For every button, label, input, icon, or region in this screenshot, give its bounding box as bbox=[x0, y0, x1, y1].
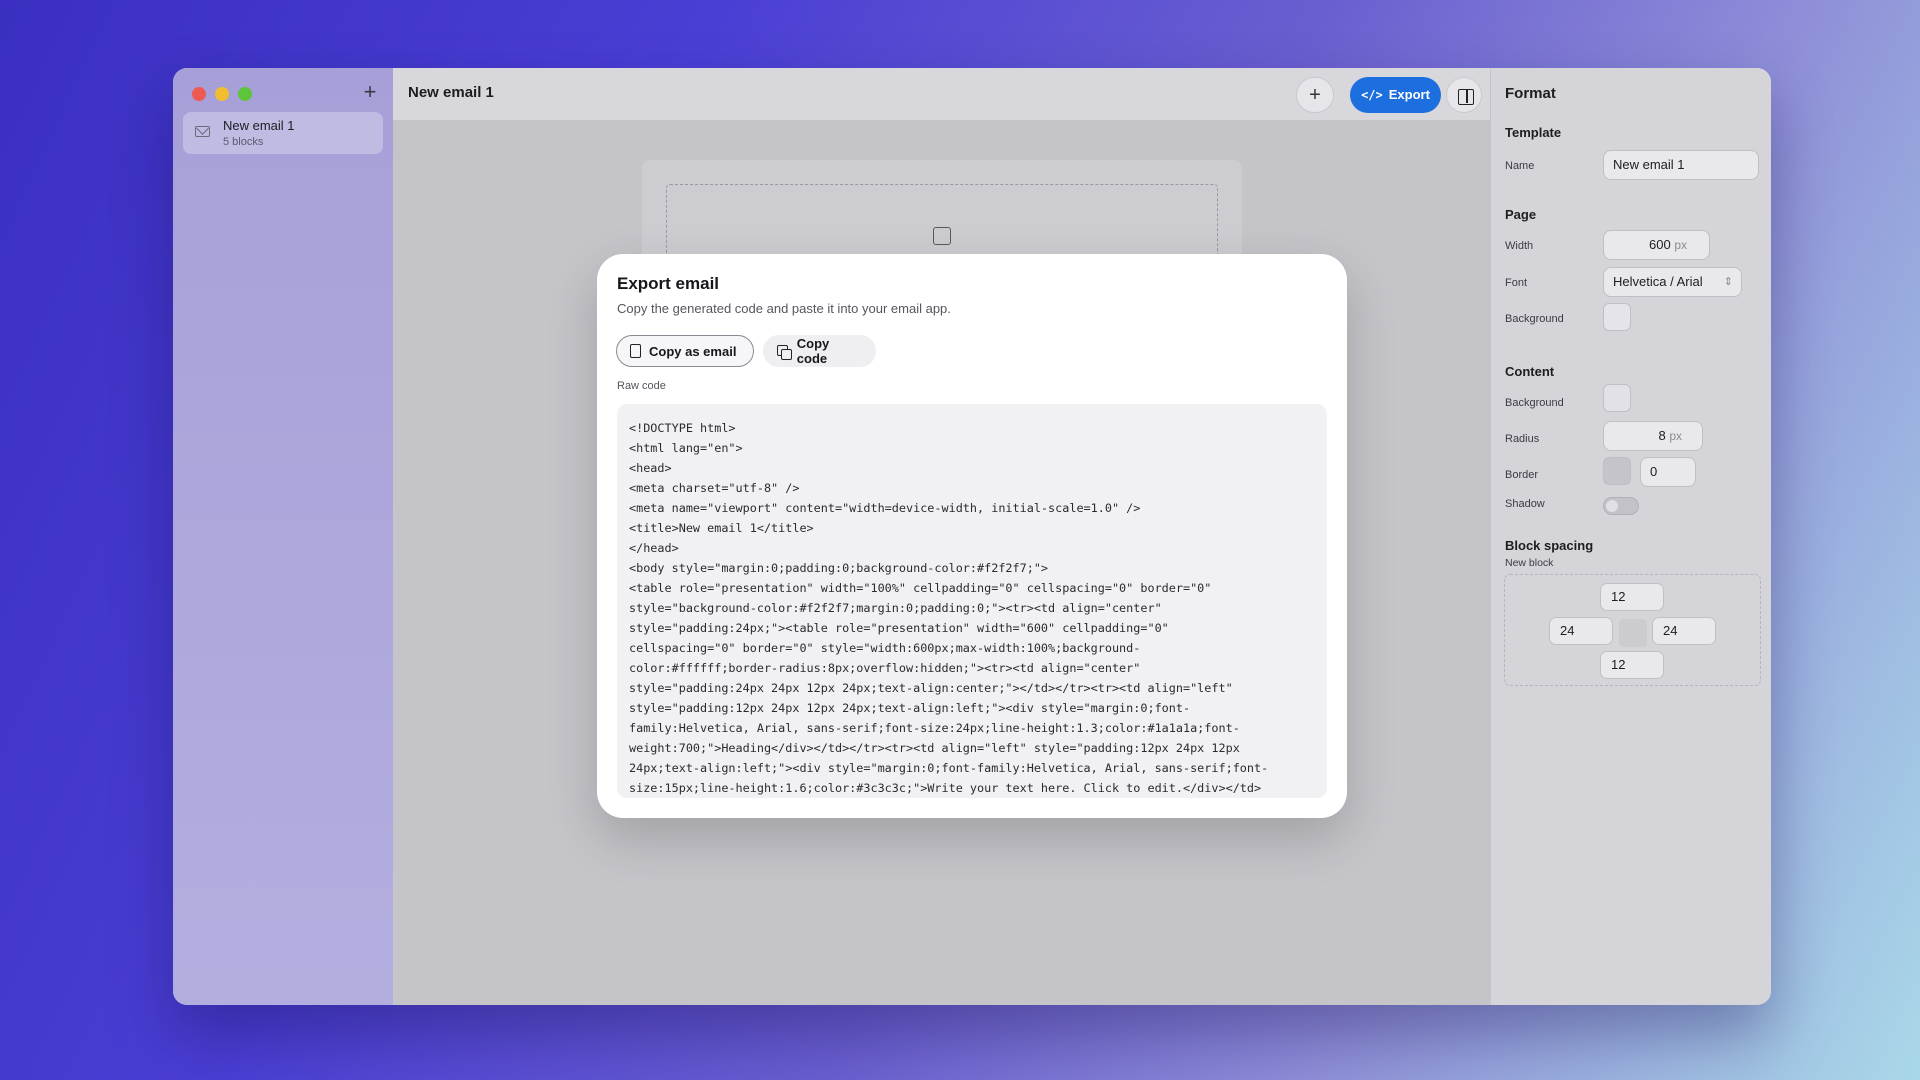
border-color-swatch[interactable] bbox=[1603, 457, 1631, 485]
sidebar-item-new-email-1[interactable]: New email 1 5 blocks bbox=[183, 112, 383, 154]
code-line: 24px;text-align:left;"><div style="margi… bbox=[629, 761, 1269, 775]
spacing-right-input[interactable]: 24 bbox=[1652, 617, 1716, 645]
copy-icon bbox=[777, 345, 792, 360]
new-email-button[interactable]: + bbox=[359, 81, 381, 103]
sidebar: + New email 1 5 blocks bbox=[173, 68, 393, 1005]
copy-as-email-label: Copy as email bbox=[649, 343, 737, 359]
export-dialog: Export email Copy the generated code and… bbox=[597, 254, 1347, 818]
copy-code-button[interactable]: Copy code bbox=[763, 335, 876, 367]
export-button[interactable]: </> Export bbox=[1350, 77, 1441, 113]
template-section-title: Template bbox=[1505, 125, 1562, 140]
code-line: </head> bbox=[629, 541, 679, 555]
format-panel: Format Template Name New email 1 Page Wi… bbox=[1490, 68, 1771, 1005]
raw-code-label: Raw code bbox=[617, 380, 666, 392]
sidebar-item-title: New email 1 bbox=[223, 118, 295, 133]
code-line: <meta charset="utf-8" /> bbox=[629, 481, 800, 495]
code-line: color:#ffffff;border-radius:8px;overflow… bbox=[629, 661, 1141, 675]
dialog-title: Export email bbox=[617, 274, 720, 293]
code-line: family:Helvetica, Arial, sans-serif;font… bbox=[629, 721, 1240, 735]
template-name-input[interactable]: New email 1 bbox=[1603, 150, 1759, 180]
code-line: <table role="presentation" width="100%" … bbox=[629, 581, 1212, 595]
shadow-toggle[interactable] bbox=[1603, 497, 1639, 515]
content-background-swatch[interactable] bbox=[1603, 384, 1631, 412]
dialog-description: Copy the generated code and paste it int… bbox=[617, 301, 951, 316]
add-block-button[interactable]: + bbox=[1296, 77, 1334, 113]
code-line: style="padding:24px 24px 12px 24px;text-… bbox=[629, 681, 1233, 695]
zoom-window-icon[interactable] bbox=[238, 87, 252, 101]
code-line: <!DOCTYPE html> bbox=[629, 421, 736, 435]
format-title: Format bbox=[1505, 85, 1556, 102]
page-background-label: Background bbox=[1505, 313, 1564, 325]
copy-code-label: Copy code bbox=[796, 336, 830, 366]
close-window-icon[interactable] bbox=[192, 87, 206, 101]
sidebar-toggle-icon[interactable] bbox=[1446, 77, 1482, 113]
code-line: <head> bbox=[629, 461, 672, 475]
code-line: <html lang="en"> bbox=[629, 441, 743, 455]
spacing-left-input[interactable]: 24 bbox=[1549, 617, 1613, 645]
code-line: style="padding:24px;"><table role="prese… bbox=[629, 621, 1169, 635]
spacing-bottom-input[interactable]: 12 bbox=[1600, 651, 1664, 679]
code-line: size:15px;line-height:1.6;color:#3c3c3c;… bbox=[629, 781, 1262, 795]
page-width-unit: px bbox=[1674, 238, 1687, 252]
border-label: Border bbox=[1505, 469, 1539, 481]
code-line: style="background-color:#f2f2f7;margin:0… bbox=[629, 601, 1162, 615]
block-spacing-editor: 12 24 24 12 bbox=[1504, 574, 1761, 686]
radius-input[interactable]: 8 px bbox=[1603, 421, 1703, 451]
radius-unit: px bbox=[1669, 429, 1682, 443]
radius-label: Radius bbox=[1505, 433, 1540, 445]
border-width-input[interactable]: 0 bbox=[1640, 457, 1696, 487]
radius-value: 8 bbox=[1658, 428, 1666, 443]
font-select-value: Helvetica / Arial bbox=[1613, 274, 1703, 289]
minimize-window-icon[interactable] bbox=[215, 87, 229, 101]
copy-as-email-button[interactable]: Copy as email bbox=[616, 335, 754, 367]
raw-code-block[interactable]: <!DOCTYPE html> <html lang="en"> <head> … bbox=[617, 404, 1327, 798]
window-controls bbox=[192, 87, 252, 101]
spacing-top-input[interactable]: 12 bbox=[1600, 583, 1664, 611]
document-title: New email 1 bbox=[408, 84, 494, 101]
content-background-label: Background bbox=[1505, 397, 1564, 409]
code-line: cellspacing="0" border="0" style="width:… bbox=[629, 641, 1141, 655]
code-line: style="padding:12px 24px 12px 24px;text-… bbox=[629, 701, 1191, 715]
shadow-label: Shadow bbox=[1505, 498, 1545, 510]
page-background-swatch[interactable] bbox=[1603, 303, 1631, 331]
code-icon: </> bbox=[1361, 88, 1383, 102]
font-label: Font bbox=[1505, 277, 1528, 289]
page-width-input[interactable]: 600 px bbox=[1603, 230, 1710, 260]
content-section-title: Content bbox=[1505, 364, 1555, 379]
spacing-block-preview bbox=[1619, 619, 1647, 647]
code-line: weight:700;">Heading</div></td></tr><tr>… bbox=[629, 741, 1240, 755]
name-label: Name bbox=[1505, 160, 1535, 172]
chevron-updown-icon: ⇕ bbox=[1723, 276, 1733, 288]
code-line: <meta name="viewport" content="width=dev… bbox=[629, 501, 1141, 515]
page-width-value: 600 bbox=[1648, 237, 1671, 252]
code-line: <body style="margin:0;padding:0;backgrou… bbox=[629, 561, 1049, 575]
export-button-label: Export bbox=[1388, 87, 1430, 102]
document-copy-icon bbox=[630, 344, 641, 358]
font-select[interactable]: Helvetica / Arial ⇕ bbox=[1603, 267, 1742, 297]
toolbar: New email 1 + </> Export bbox=[393, 68, 1490, 120]
page-section-title: Page bbox=[1505, 207, 1537, 222]
block-spacing-sublabel: New block bbox=[1505, 557, 1554, 569]
mail-icon bbox=[195, 126, 210, 137]
block-spacing-section-title: Block spacing bbox=[1505, 538, 1594, 553]
code-line: <title>New email 1</title> bbox=[629, 521, 814, 535]
sidebar-item-subtitle: 5 blocks bbox=[223, 136, 264, 148]
width-label: Width bbox=[1505, 240, 1534, 252]
